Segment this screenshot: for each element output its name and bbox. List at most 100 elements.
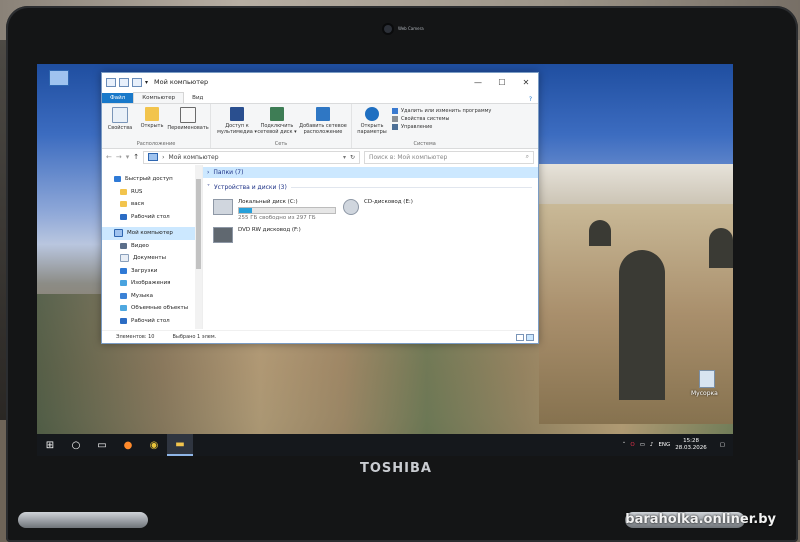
title-bar[interactable]: ▾ Мой компьютер — ☐ ✕ — [102, 73, 538, 91]
chevron-right-icon: › — [207, 169, 210, 176]
nav-scrollbar[interactable] — [195, 165, 202, 329]
address-bar[interactable]: › Мой компьютер ▾ ↻ — [143, 150, 360, 164]
bridge-arch — [589, 220, 611, 246]
desktop-icon — [120, 213, 127, 220]
manage-label: Управление — [401, 124, 433, 130]
windows-start-icon[interactable]: ⊞ — [37, 434, 63, 456]
group-header-folders[interactable]: › Папки (7) — [203, 167, 538, 178]
tiles-view-icon[interactable] — [526, 333, 534, 341]
task-view-icon[interactable]: ▭ — [89, 434, 115, 456]
nav-item-downloads[interactable]: Загрузки — [102, 265, 202, 278]
nav-item-documents[interactable]: Документы — [102, 252, 202, 265]
address-dropdown-icon[interactable]: ▾ — [343, 154, 346, 161]
rename-button[interactable]: Переименовать — [167, 106, 209, 139]
address-path[interactable]: Мой компьютер — [169, 154, 219, 161]
tab-file[interactable]: Файл — [102, 93, 134, 103]
nav-item-vasya[interactable]: вася — [102, 198, 202, 211]
taskbar: ⊞ ○ ▭ ● ◉ ▬ ˄ O ▭ ♪ ENG 15:28 28.03.2026… — [37, 434, 733, 456]
search-placeholder[interactable]: Поиск в: Мой компьютер — [369, 154, 447, 161]
ribbon-group-label: Расположение — [136, 141, 176, 147]
nav-item-desktop-pinned[interactable]: Рабочий стол — [102, 211, 202, 224]
group-header-devices[interactable]: ˅ Устройства и диски (3) — [203, 182, 538, 193]
nav-item-music[interactable]: Музыка — [102, 290, 202, 303]
refresh-icon[interactable]: ↻ — [350, 154, 355, 161]
file-explorer-icon[interactable]: ▬ — [167, 434, 193, 456]
quick-access-dropdown-icon[interactable]: ▾ — [145, 79, 148, 86]
computer-icon — [114, 229, 123, 238]
nav-item-pictures[interactable]: Изображения — [102, 277, 202, 290]
search-box[interactable]: Поиск в: Мой компьютер ⌕ — [364, 150, 534, 164]
recycle-bin-icon[interactable] — [699, 370, 715, 388]
language-indicator[interactable]: ENG — [658, 442, 670, 448]
system-properties-label: Свойства системы — [401, 116, 450, 122]
manage-item[interactable]: Управление — [392, 124, 491, 130]
chrome-icon[interactable]: ◉ — [141, 434, 167, 456]
tab-computer[interactable]: Компьютер — [133, 92, 185, 103]
open-settings-button[interactable]: Открыть параметры — [356, 106, 388, 139]
tab-view[interactable]: Вид — [184, 93, 211, 103]
open-label: Открыть — [140, 123, 164, 129]
manage-icon — [392, 124, 398, 130]
nav-item-rus[interactable]: RUS — [102, 186, 202, 199]
details-view-icon[interactable] — [516, 333, 524, 341]
drive-c[interactable]: Локальный диск (C:) 255 ГБ свободно из 2… — [213, 199, 343, 227]
search-icon[interactable]: ○ — [63, 434, 89, 456]
up-arrow-icon[interactable]: ↑ — [133, 153, 139, 161]
volume-icon[interactable]: ♪ — [650, 442, 654, 448]
notifications-icon[interactable]: ▢ — [720, 442, 725, 448]
close-button[interactable]: ✕ — [514, 73, 538, 91]
minimize-button[interactable]: — — [466, 73, 490, 91]
opera-icon[interactable]: O — [630, 442, 634, 448]
nav-item-3d-objects[interactable]: Объемные объекты — [102, 302, 202, 315]
nav-item-this-pc[interactable]: Мой компьютер — [102, 227, 202, 240]
desktop-this-pc-icon[interactable] — [49, 70, 69, 86]
media-access-button[interactable]: Доступ к мультимедиа ▾ — [217, 106, 257, 139]
maximize-button[interactable]: ☐ — [490, 73, 514, 91]
drive-name: CD-дисковод (E:) — [364, 199, 413, 205]
recycle-bin-label[interactable]: Мусорка — [691, 390, 718, 397]
network-icon[interactable]: ▭ — [640, 442, 645, 448]
picture-icon — [120, 280, 127, 287]
group-header-label: Папки (7) — [213, 169, 244, 176]
system-tray: ˄ O ▭ ♪ ENG 15:28 28.03.2026 ▢ — [623, 438, 733, 452]
bridge-arch — [619, 250, 665, 400]
status-bar: Элементов: 10 Выбрано 1 элем. — [102, 330, 538, 343]
watermark: baraholka.onliner.by — [625, 512, 776, 527]
uninstall-program-item[interactable]: Удалить или изменить программу — [392, 108, 491, 114]
nav-scrollbar-thumb[interactable] — [196, 179, 201, 269]
nav-label: вася — [131, 201, 144, 208]
new-folder-quick-icon[interactable] — [132, 77, 142, 87]
star-icon — [114, 176, 121, 183]
nav-label: Рабочий стол — [131, 317, 170, 324]
recent-locations-chevron-icon[interactable]: ▾ — [126, 153, 130, 161]
properties-quick-icon[interactable] — [119, 77, 129, 87]
nav-label: Быстрый доступ — [125, 176, 173, 183]
back-arrow-icon[interactable]: ← — [106, 153, 112, 161]
firefox-icon[interactable]: ● — [115, 434, 141, 456]
help-icon[interactable]: ? — [523, 96, 538, 103]
add-network-location-button[interactable]: Добавить сетевое расположение — [297, 106, 349, 139]
drive-f[interactable]: DVD RW дисковод (F:) — [213, 227, 343, 255]
forward-arrow-icon[interactable]: → — [116, 153, 122, 161]
nav-label: Документы — [133, 255, 166, 262]
open-folder-icon — [145, 107, 159, 121]
map-drive-label: Подключить сетевой диск ▾ — [257, 123, 297, 135]
uninstall-program-label: Удалить или изменить программу — [401, 108, 492, 114]
nav-item-quick-access[interactable]: Быстрый доступ — [102, 173, 202, 186]
properties-button[interactable]: Свойства — [104, 106, 136, 139]
nav-item-desktop[interactable]: Рабочий стол — [102, 315, 202, 328]
properties-icon — [112, 107, 128, 123]
video-icon — [120, 242, 127, 249]
system-properties-item[interactable]: Свойства системы — [392, 116, 491, 122]
show-hidden-icons-icon[interactable]: ˄ — [623, 442, 626, 448]
drive-e[interactable]: CD-дисковод (E:) — [343, 199, 473, 227]
drive-usage-fill — [239, 208, 253, 213]
map-drive-button[interactable]: Подключить сетевой диск ▾ — [257, 106, 297, 139]
download-icon — [120, 267, 127, 274]
rename-label: Переименовать — [167, 125, 209, 131]
nav-item-videos[interactable]: Видео — [102, 240, 202, 253]
open-button[interactable]: Открыть — [136, 106, 168, 139]
clock[interactable]: 15:28 28.03.2026 — [675, 438, 707, 452]
window-title: Мой компьютер — [154, 78, 209, 86]
screen: Мусорка ▾ Мой компьютер — ☐ ✕ Файл Компь… — [37, 64, 733, 456]
